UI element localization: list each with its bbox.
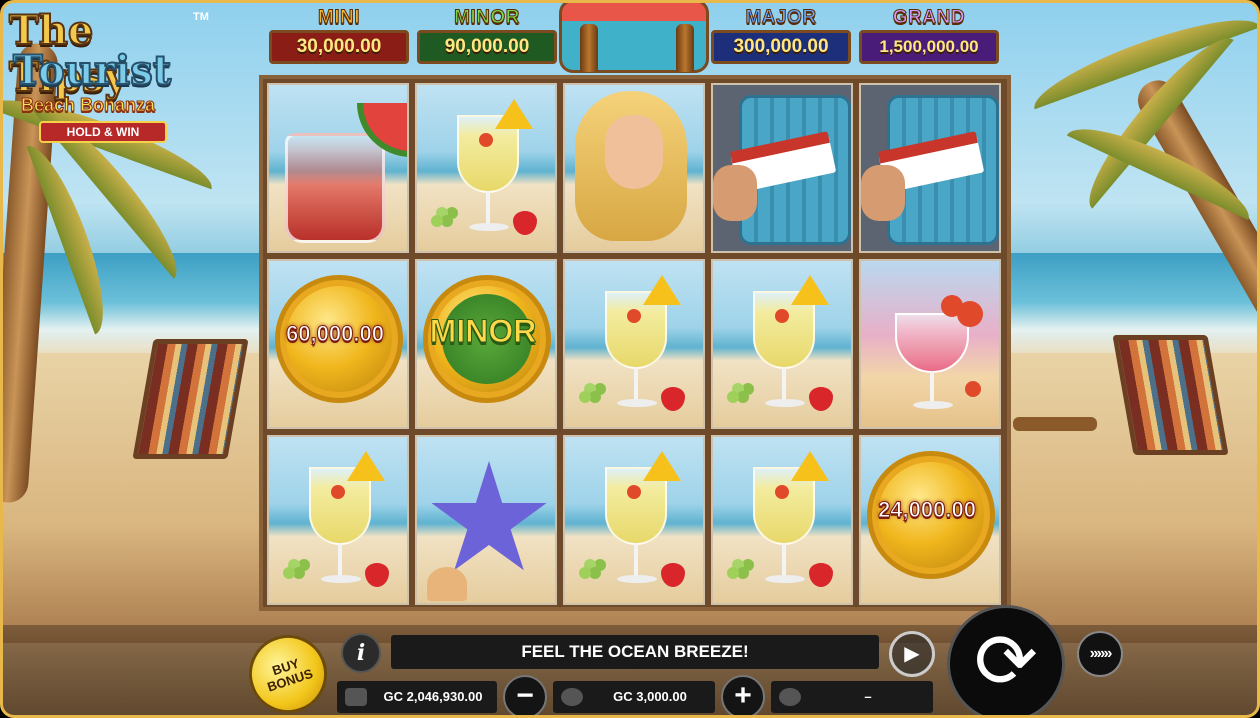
symbol-pina-colada (415, 83, 557, 253)
jackpot-grand-label: GRAND (892, 7, 966, 29)
jackpot-minor: MINOR 90,000.00 (417, 7, 557, 65)
pineapple-icon (791, 451, 829, 481)
symbol-cherry-cocktail (859, 259, 1001, 429)
coin-minor-label: MINOR (429, 313, 537, 350)
side-table (1013, 417, 1097, 431)
game-logo: The Tipsy TM Tourist Beach Bonanza HOLD … (8, 6, 209, 143)
symbol-pina-colada (711, 435, 853, 605)
coin-value: 24,000.00 (878, 497, 977, 523)
jackpot-mini-label: MINI (317, 7, 361, 29)
jackpot-major: MAJOR 300,000.00 (711, 7, 851, 65)
jackpot-major-label: MAJOR (745, 7, 817, 29)
hand-icon (713, 165, 757, 221)
logo-subtitle: Beach Bonanza (20, 95, 156, 116)
symbol-coin-minor: MINOR (415, 259, 557, 429)
buy-bonus-label: BUY BONUS (265, 655, 315, 695)
game-frame: The Tipsy TM Tourist Beach Bonanza HOLD … (0, 0, 1260, 718)
decrease-bet-button[interactable]: − (503, 675, 547, 715)
jackpot-major-value: 300,000.00 (711, 30, 851, 64)
jackpot-mini-value: 30,000.00 (269, 30, 409, 64)
symbol-coin: 60,000.00 (267, 259, 409, 429)
symbol-pina-colada (711, 259, 853, 429)
symbol-coin: 24,000.00 (859, 435, 1001, 605)
message-banner: FEEL THE OCEAN BREEZE! (391, 635, 879, 669)
symbol-pina-colada (563, 259, 705, 429)
pineapple-icon (643, 451, 681, 481)
balance-display: GC 2,046,930.00 (337, 681, 497, 713)
pineapple-icon (347, 451, 385, 481)
jackpot-mini: MINI 30,000.00 (269, 7, 409, 65)
wallet-icon (345, 688, 367, 706)
bottle-icon (580, 24, 598, 72)
coins-icon (561, 688, 583, 706)
win-display: – (771, 681, 933, 713)
symbol-starfish (415, 435, 557, 605)
deck-chair-right (1112, 335, 1229, 465)
spin-button[interactable]: ⟳ (947, 605, 1065, 715)
hold-and-win-badge: HOLD & WIN (39, 121, 167, 143)
autoplay-button[interactable]: ▶ (889, 631, 935, 677)
pineapple-icon (791, 275, 829, 305)
jackpot-minor-value: 90,000.00 (417, 30, 557, 64)
symbol-pina-colada (563, 435, 705, 605)
trophy-icon (779, 688, 801, 706)
jackpot-grand-value: 1,500,000.00 (859, 30, 999, 64)
turbo-button[interactable]: »»» (1077, 631, 1123, 677)
increase-bet-button[interactable]: + (721, 675, 765, 715)
symbol-pina-colada (267, 435, 409, 605)
jackpot-grand: GRAND 1,500,000.00 (859, 7, 999, 65)
bet-display: GC 3,000.00 (553, 681, 715, 713)
cherry-cocktail-icon (895, 313, 969, 373)
cooler-decoration (559, 3, 709, 73)
starfish-icon (431, 461, 547, 571)
balance-value: GC 2,046,930.00 (383, 689, 483, 704)
pineapple-icon (495, 99, 533, 129)
symbol-red-cocktail (267, 83, 409, 253)
bet-value: GC 3,000.00 (613, 689, 687, 704)
red-cocktail-icon (285, 133, 385, 243)
girl-face (605, 115, 663, 189)
pineapple-icon (643, 275, 681, 305)
deck-chair-left (132, 339, 249, 469)
symbol-suitcase (711, 83, 853, 253)
jackpot-minor-label: MINOR (454, 7, 520, 29)
seashell-icon (427, 567, 467, 601)
logo-trademark: TM (193, 11, 209, 23)
symbol-suitcase (859, 83, 1001, 253)
reels-grid: 60,000.00 MINOR 24,000.00 (259, 75, 1011, 611)
logo-line2: Tourist (12, 46, 172, 95)
coin-value: 60,000.00 (286, 321, 385, 347)
symbol-tourist-girl (563, 83, 705, 253)
win-value: – (864, 689, 872, 704)
info-button[interactable]: i (341, 633, 381, 673)
hand-icon (861, 165, 905, 221)
bottle-icon (676, 24, 694, 72)
